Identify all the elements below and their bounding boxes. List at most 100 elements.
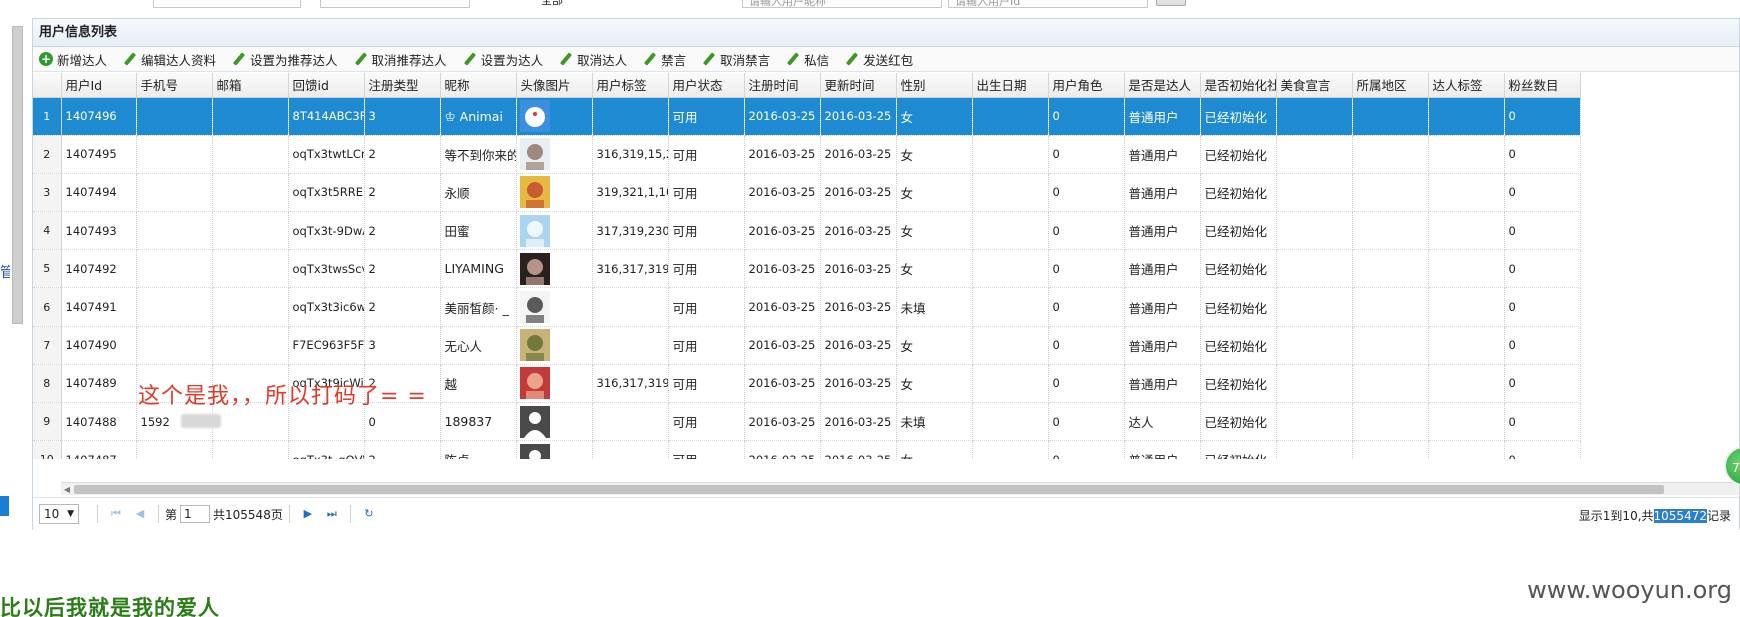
column-header[interactable]: 用户状态 xyxy=(668,73,745,98)
column-header[interactable]: 用户Id xyxy=(61,73,137,98)
cell-role: 0 xyxy=(1048,326,1125,365)
table-row[interactable]: 101407487oqTx3t_gQVWTf2陈卓可用2016-03-25 16… xyxy=(33,440,1581,459)
cell-decl xyxy=(1276,173,1353,213)
search-button[interactable] xyxy=(1156,0,1186,6)
scrollbar-thumb[interactable] xyxy=(74,485,1664,494)
caption-text: 比以后我就是我的爱人 xyxy=(0,596,220,617)
refresh-icon[interactable]: ↻ xyxy=(361,506,377,522)
panel-title: 用户信息列表 xyxy=(33,19,1739,47)
cell-role: 0 xyxy=(1048,135,1125,174)
table-row[interactable]: 31407494oqTx3t5RRE3k72永顺319,321,1,10,可用2… xyxy=(33,173,1581,213)
column-header[interactable]: 头像图片 xyxy=(516,73,593,98)
column-header[interactable]: 更新时间 xyxy=(820,73,897,98)
cell-rtype: 2 xyxy=(364,135,441,174)
table-row[interactable]: 41407493oqTx3t-9DwAIf2田蜜317,319,230,1可用2… xyxy=(33,211,1581,251)
status-select[interactable]: 全部 xyxy=(535,0,665,8)
column-header[interactable]: 美食宣言 xyxy=(1276,73,1353,98)
cell-init: 已经初始化 xyxy=(1200,97,1277,136)
table-row[interactable]: 21407495oqTx3twtLCrNE2等不到你来的美316,319,15,… xyxy=(33,135,1581,174)
table-row[interactable]: 71407490F7EC963F5F2E03无心人可用2016-03-25 16… xyxy=(33,326,1581,365)
toolbar-button-5[interactable]: 取消达人 xyxy=(559,50,627,69)
search-field-2[interactable] xyxy=(320,0,470,8)
cell-rtype: 3 xyxy=(364,97,441,136)
cell-gender: 女 xyxy=(896,326,973,365)
toolbar-button-1[interactable]: 编辑达人资料 xyxy=(123,50,216,69)
column-header[interactable]: 注册类型 xyxy=(364,73,441,98)
column-header[interactable]: 所属地区 xyxy=(1352,73,1429,98)
toolbar-button-4[interactable]: 设置为达人 xyxy=(463,50,544,69)
column-header[interactable]: 性别 xyxy=(896,73,973,98)
column-header[interactable]: 是否初始化社区 xyxy=(1200,73,1277,98)
userid-input[interactable]: 请输入用户Id xyxy=(948,0,1148,8)
pencil-icon xyxy=(559,52,573,66)
cell-nick: 越 xyxy=(440,364,517,404)
cell-rtime: 2016-03-25 16 xyxy=(744,135,821,174)
red-photo-avatar-icon xyxy=(519,367,550,400)
sidebar-scrollbar[interactable] xyxy=(12,26,23,324)
column-header[interactable]: 用户角色 xyxy=(1048,73,1125,98)
column-header[interactable]: 是否是达人 xyxy=(1124,73,1201,98)
cell-rtime: 2016-03-25 16 xyxy=(744,326,821,365)
page-size-select[interactable]: 10 ▼ xyxy=(39,504,79,524)
column-header[interactable]: 粉丝数目 xyxy=(1504,73,1581,98)
column-header[interactable]: 邮箱 xyxy=(212,73,289,98)
cell-nick: 田蜜 xyxy=(440,211,517,251)
cell-region xyxy=(1352,440,1429,459)
toolbar-button-9[interactable]: 发送红包 xyxy=(845,50,913,69)
prev-page-icon[interactable]: ◀ xyxy=(132,506,148,522)
nickname-input[interactable]: 请输入用户昵称 xyxy=(742,0,942,8)
cell-fans: 0 xyxy=(1504,364,1581,404)
cell-phone xyxy=(136,135,213,174)
row-number: 7 xyxy=(33,326,62,365)
cell-id: 1407491 xyxy=(61,287,137,327)
cell-tags xyxy=(592,97,669,136)
last-page-icon[interactable]: ⏭ xyxy=(324,506,340,522)
cell-rtype: 2 xyxy=(364,173,441,213)
cell-avatar xyxy=(516,249,593,289)
column-header[interactable]: 昵称 xyxy=(440,73,517,98)
toolbar-button-7[interactable]: 取消禁言 xyxy=(702,50,770,69)
toolbar-button-8[interactable]: 私信 xyxy=(786,50,829,69)
cell-init: 已经初始化 xyxy=(1200,440,1277,459)
column-header[interactable]: 出生日期 xyxy=(972,73,1049,98)
cell-role: 0 xyxy=(1048,402,1125,442)
column-header[interactable]: 回馈id xyxy=(288,73,365,98)
column-header[interactable]: 注册时间 xyxy=(744,73,821,98)
toolbar-button-label: 取消达人 xyxy=(577,52,628,68)
column-header[interactable]: 用户标签 xyxy=(592,73,669,98)
cell-phone xyxy=(136,97,213,136)
horizontal-scrollbar[interactable]: ◀ xyxy=(61,482,1739,495)
cell-fans: 0 xyxy=(1504,402,1581,442)
sidebar-menu-glyph[interactable]: 管 xyxy=(0,262,10,282)
table-row[interactable]: 51407492 oqTx3twsScvNA2LIYAMING 316,317,31… xyxy=(33,249,1581,289)
row-number: 9 xyxy=(33,402,62,442)
toolbar-button-6[interactable]: 禁言 xyxy=(643,50,686,69)
table-row[interactable]: 114074968T414ABC3FE573♔ Animai可用2016-03-… xyxy=(33,97,1581,136)
default-user-avatar-icon xyxy=(519,443,550,459)
next-page-icon[interactable]: ▶ xyxy=(300,506,316,522)
cell-avatar xyxy=(516,173,593,213)
column-header[interactable]: 手机号 xyxy=(136,73,213,98)
table-row[interactable]: 61407491oqTx3t3ic6wu82美丽皙颜· _可用2016-03-2… xyxy=(33,287,1581,327)
page-number-input[interactable]: 1 xyxy=(180,505,211,523)
toolbar-button-3[interactable]: 取消推荐达人 xyxy=(354,50,447,69)
cell-decl xyxy=(1276,326,1353,365)
column-header[interactable]: 达人标签 xyxy=(1428,73,1505,98)
cell-talent: 普通用户 xyxy=(1124,440,1201,459)
cell-nick: 陈卓 xyxy=(440,440,517,459)
cell-rtime: 2016-03-25 16 xyxy=(744,440,821,459)
cell-birth xyxy=(972,364,1049,404)
first-page-icon[interactable]: ⏮ xyxy=(108,506,124,522)
cell-talent: 普通用户 xyxy=(1124,173,1201,213)
cell-ttag xyxy=(1428,440,1505,459)
toolbar-button-2[interactable]: 设置为推荐达人 xyxy=(232,50,338,69)
cell-utime: 2016-03-25 16 xyxy=(820,402,897,442)
cell-utime: 2016-03-25 16 xyxy=(820,440,897,459)
cell-talent: 普通用户 xyxy=(1124,135,1201,174)
scroll-left-icon[interactable]: ◀ xyxy=(61,484,73,495)
cell-decl xyxy=(1276,364,1353,404)
cell-nick: 等不到你来的美 xyxy=(440,135,517,174)
cell-birth xyxy=(972,135,1049,174)
toolbar-button-0[interactable]: + 新增达人 xyxy=(39,50,107,69)
search-field-1[interactable] xyxy=(153,0,301,8)
